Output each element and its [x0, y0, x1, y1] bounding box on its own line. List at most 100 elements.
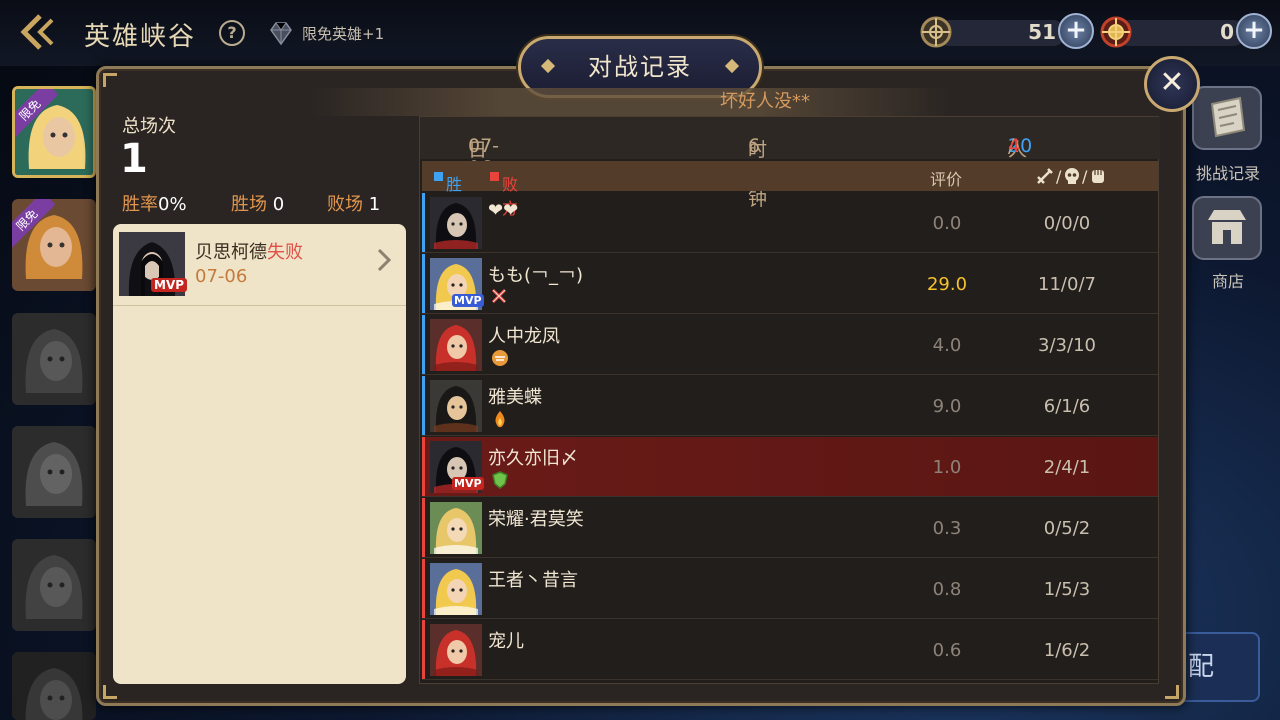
match-item[interactable]: MVP 贝思柯德失败 07-06: [113, 224, 406, 306]
player-rating: 29.0: [926, 274, 968, 295]
close-button[interactable]: ✕: [1144, 56, 1200, 112]
back-arrow-icon[interactable]: [18, 12, 62, 52]
help-button[interactable]: ?: [219, 20, 245, 46]
hero-card[interactable]: [12, 539, 96, 631]
player-rating: 0.8: [932, 579, 962, 600]
chevron-right-icon: [377, 248, 392, 272]
svg-text:/: /: [1082, 167, 1088, 186]
player-kda: 1/5/3: [1043, 579, 1091, 600]
hero-portrait: [12, 539, 96, 631]
hero-card[interactable]: 限免: [12, 199, 96, 291]
team-stripe: [422, 315, 425, 374]
hero-card[interactable]: [12, 652, 96, 720]
total-matches-value: 1: [120, 136, 148, 182]
resource-2-value: 0: [1220, 20, 1234, 44]
crosshair-gold-icon: [1100, 16, 1132, 48]
shop-icon: [1208, 210, 1246, 244]
resource-counter-1: 51 +: [918, 12, 1094, 52]
team-stripe: [422, 193, 425, 252]
player-name: 雅美蝶: [488, 387, 542, 408]
legend-win: 胜方: [434, 166, 462, 218]
free-hero-indicator[interactable]: 限免英雄+1: [266, 16, 416, 50]
player-rating: 0.0: [932, 213, 962, 234]
hero-avatar: [430, 319, 482, 371]
team-stripe: [422, 376, 425, 435]
hero-card[interactable]: 限免: [12, 86, 96, 178]
player-kda: 3/3/10: [1038, 335, 1096, 356]
resource-counter-2: 0 +: [1098, 12, 1272, 52]
hero-avatar: [430, 197, 482, 249]
player-name: 亦久亦旧〆: [488, 448, 578, 469]
match-info-row: 日期 07-06 时长 6分钟 人头 20/4: [420, 117, 1160, 210]
hero-avatar: [430, 563, 482, 615]
table-header: 胜方 败方 评价 / /: [422, 161, 1158, 218]
diamond-icon: [270, 22, 292, 46]
player-kda: 1/6/2: [1043, 640, 1091, 661]
player-kda: 0/0/0: [1043, 213, 1091, 234]
resource-1-value: 51: [1028, 20, 1056, 44]
player-row[interactable]: 王者丶昔言 0.8 1/5/3: [422, 559, 1158, 619]
player-row[interactable]: 雅美蝶 9.0 6/1/6: [422, 376, 1158, 436]
fist-icon: [1092, 170, 1104, 183]
player-rating: 1.0: [932, 457, 962, 478]
mvp-badge: MVP: [151, 278, 188, 292]
shop-label: 商店: [1211, 272, 1244, 291]
team-stripe: [422, 559, 425, 618]
hero-card[interactable]: [12, 426, 96, 518]
player-rating: 4.0: [932, 335, 962, 356]
player-name: ❤❤: [488, 200, 519, 221]
mvp-badge: MVP: [452, 477, 484, 490]
hero-avatar: [430, 624, 482, 676]
player-kda: 2/4/1: [1043, 457, 1091, 478]
page-title: 英雄峡谷: [84, 22, 197, 52]
player-name: 宠儿: [488, 631, 524, 652]
team-stripe: [422, 254, 425, 313]
player-row[interactable]: 人中龙凤 4.0 3/3/10: [422, 315, 1158, 375]
player-kda: 6/1/6: [1043, 396, 1091, 417]
player-name: 人中龙凤: [488, 326, 560, 347]
team-stripe: [422, 437, 425, 496]
hero-avatar: [430, 502, 482, 554]
hero-card[interactable]: [12, 313, 96, 405]
match-date: 07-06: [195, 266, 248, 287]
player-kda: 11/0/7: [1038, 274, 1096, 295]
player-name: もも(￢_￢): [488, 265, 584, 286]
free-hero-label: 限免英雄+1: [302, 24, 385, 43]
player-row[interactable]: MVP もも(￢_￢) 29.0 11/0/7: [422, 254, 1158, 314]
match-list: MVP 贝思柯德失败 07-06: [113, 224, 406, 684]
player-name: 荣耀·君莫笑: [488, 509, 584, 530]
crosshair-coin-icon: [920, 16, 952, 48]
team-stripe: [422, 620, 425, 679]
fist-icon: [492, 350, 508, 366]
legend-lose: 败方: [490, 166, 518, 218]
challenge-record-label: 挑战记录: [1195, 164, 1260, 183]
shop-button[interactable]: [1192, 196, 1262, 260]
winrate-stat: 胜率0%: [122, 194, 187, 215]
scroll-icon: [1210, 96, 1246, 138]
sword-icon: [1037, 168, 1053, 184]
challenge-record-button[interactable]: [1192, 86, 1262, 150]
player-kda: 0/5/2: [1043, 518, 1091, 539]
team-stripe: [422, 498, 425, 557]
add-resource-2-button[interactable]: +: [1236, 13, 1272, 49]
match-detail-panel: 日期 07-06 时长 6分钟 人头 20/4 胜方 败方 评价 / /: [419, 116, 1160, 684]
svg-text:/: /: [1056, 167, 1062, 186]
player-name-banner: 坏好人没**: [310, 88, 950, 116]
player-row[interactable]: ❤❤ 0.0 0/0/0: [422, 193, 1158, 253]
swords-icon: [491, 288, 507, 304]
skull-icon: [1065, 168, 1079, 184]
match-hero-result: 贝思柯德失败: [195, 242, 303, 263]
total-matches-label: 总场次: [122, 116, 176, 137]
player-row[interactable]: 宠儿 0.6 1/6/2: [422, 620, 1158, 680]
hero-portrait: [12, 652, 96, 720]
player-rating: 0.6: [932, 640, 962, 661]
modal-title: 对战记录: [588, 53, 692, 81]
player-row[interactable]: MVP 亦久亦旧〆 1.0 2/4/1: [422, 437, 1158, 497]
player-row[interactable]: 荣耀·君莫笑 0.3 0/5/2: [422, 498, 1158, 558]
hero-portrait: [12, 313, 96, 405]
player-rating: 9.0: [932, 396, 962, 417]
rating-column-header: 评价: [930, 170, 963, 189]
wins-stat: 胜场 0: [231, 194, 285, 215]
losses-stat: 败场 1: [327, 194, 381, 215]
add-resource-1-button[interactable]: +: [1058, 13, 1094, 49]
